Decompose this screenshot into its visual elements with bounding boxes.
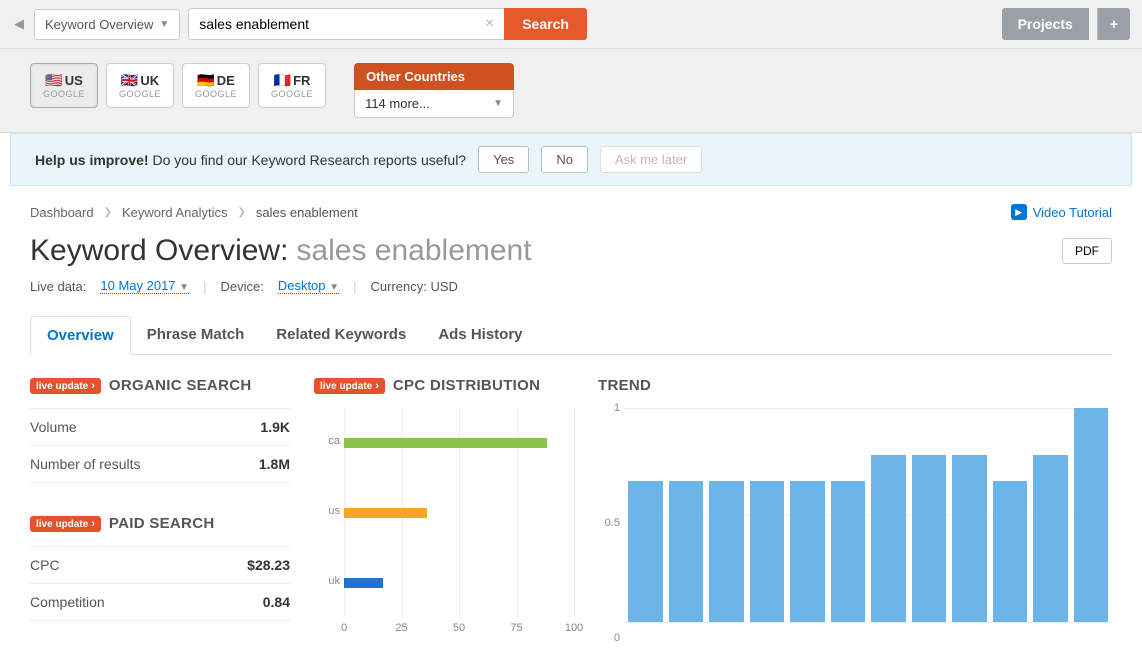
trend-chart: 00.51 [598,408,1112,638]
tab-overview[interactable]: Overview [30,316,131,355]
trend-bar-3 [709,481,744,622]
main-content: Dashboard ❯ Keyword Analytics ❯ sales en… [0,186,1142,656]
breadcrumb-current: sales enablement [256,205,358,220]
tab-related-keywords[interactable]: Related Keywords [260,316,422,354]
other-countries: Other Countries 114 more... ▼ [354,63,514,118]
x-tick: 25 [395,622,407,634]
breadcrumb-item[interactable]: Keyword Analytics [122,205,228,220]
other-countries-select[interactable]: 114 more... ▼ [354,90,514,118]
play-icon: ▶ [1011,204,1027,220]
country-card-us[interactable]: 🇺🇸USGOOGLE [30,63,98,108]
projects-button[interactable]: Projects [1002,8,1089,40]
tabs: OverviewPhrase MatchRelated KeywordsAds … [30,316,1112,355]
trend-bar-9 [952,455,987,622]
live-data-picker[interactable]: 10 May 2017 ▼ [100,278,189,294]
trend-bar-4 [750,481,785,622]
add-project-button[interactable]: + [1097,8,1130,40]
paid-search-header: live update PAID SEARCH [30,515,290,532]
cpc-distribution-chart: causuk0255075100 [314,408,574,638]
live-update-badge: live update [314,378,385,394]
device-label: Device: [220,279,263,294]
feedback-later-button[interactable]: Ask me later [600,146,702,173]
country-card-de[interactable]: 🇩🇪DEGOOGLE [182,63,250,108]
tab-ads-history[interactable]: Ads History [422,316,538,354]
live-update-badge: live update [30,378,101,394]
cpc-bar-label: us [316,505,340,517]
stat-row: Number of results1.8M [30,446,290,483]
chevron-right-icon: ❯ [104,207,112,218]
clear-search-icon[interactable]: × [485,15,494,33]
cpc-bar-us: us [344,508,427,518]
cpc-bar-label: uk [316,575,340,587]
trend-bar-11 [1033,455,1068,622]
stat-row: Competition0.84 [30,584,290,621]
feedback-bar: Help us improve! Do you find our Keyword… [10,133,1132,186]
flag-icon: 🇩🇪 [197,72,214,89]
x-tick: 75 [510,622,522,634]
topbar: ◀ Keyword Overview ▼ × Search Projects + [0,0,1142,49]
keyword-type-label: Keyword Overview [45,17,153,32]
panels: live update ORGANIC SEARCH Volume1.9KNum… [30,377,1112,638]
feedback-text: Help us improve! Do you find our Keyword… [35,152,466,168]
country-selector-row: 🇺🇸USGOOGLE🇬🇧UKGOOGLE🇩🇪DEGOOGLE🇫🇷FRGOOGLE… [0,49,1142,133]
cpc-bar-ca: ca [344,438,547,448]
chevron-down-icon: ▼ [159,19,169,30]
cpc-bar-uk: uk [344,578,383,588]
trend-bar-8 [912,455,947,622]
search-input[interactable] [188,8,511,40]
tab-phrase-match[interactable]: Phrase Match [131,316,261,354]
meta-row: Live data: 10 May 2017 ▼ | Device: Deskt… [30,278,1112,294]
flag-icon: 🇫🇷 [274,72,291,89]
breadcrumb-item[interactable]: Dashboard [30,205,94,220]
feedback-yes-button[interactable]: Yes [478,146,529,173]
search-wrap: × Search [188,8,587,40]
cpc-distribution-header: live update CPC DISTRIBUTION [314,377,574,394]
trend-bar-2 [669,481,704,622]
currency-label: Currency: USD [370,279,457,294]
trend-bar-5 [790,481,825,622]
y-tick: 0.5 [598,517,620,529]
trend-bar-6 [831,481,866,622]
stat-row: Volume1.9K [30,408,290,446]
flag-icon: 🇺🇸 [45,72,62,89]
trend-bar-1 [628,481,663,622]
y-tick: 1 [598,402,620,414]
x-tick: 100 [565,622,583,634]
organic-search-header: live update ORGANIC SEARCH [30,377,290,394]
other-countries-header: Other Countries [354,63,514,90]
other-countries-value: 114 more... [365,96,430,111]
page-title: Keyword Overview: sales enablement PDF [30,234,1112,268]
breadcrumb: Dashboard ❯ Keyword Analytics ❯ sales en… [30,204,1112,220]
x-tick: 0 [341,622,347,634]
back-icon[interactable]: ◀ [12,12,26,36]
feedback-no-button[interactable]: No [541,146,588,173]
country-card-fr[interactable]: 🇫🇷FRGOOGLE [258,63,326,108]
chevron-down-icon: ▼ [329,282,339,293]
flag-icon: 🇬🇧 [121,72,138,89]
trend-bar-7 [871,455,906,622]
video-tutorial-link[interactable]: ▶ Video Tutorial [1011,204,1112,220]
trend-header: TREND [598,377,1112,394]
keyword-type-dropdown[interactable]: Keyword Overview ▼ [34,9,180,40]
trend-bar-10 [993,481,1028,622]
country-card-uk[interactable]: 🇬🇧UKGOOGLE [106,63,174,108]
chevron-down-icon: ▼ [493,98,503,109]
chevron-down-icon: ▼ [179,282,189,293]
y-tick: 0 [598,632,620,644]
live-data-label: Live data: [30,279,86,294]
chevron-right-icon: ❯ [238,207,246,218]
device-picker[interactable]: Desktop ▼ [278,278,339,294]
stat-row: CPC$28.23 [30,546,290,584]
x-tick: 50 [453,622,465,634]
export-pdf-button[interactable]: PDF [1062,238,1112,264]
cpc-bar-label: ca [316,435,340,447]
trend-bar-12 [1074,408,1109,622]
live-update-badge: live update [30,516,101,532]
search-button[interactable]: Search [504,8,587,40]
